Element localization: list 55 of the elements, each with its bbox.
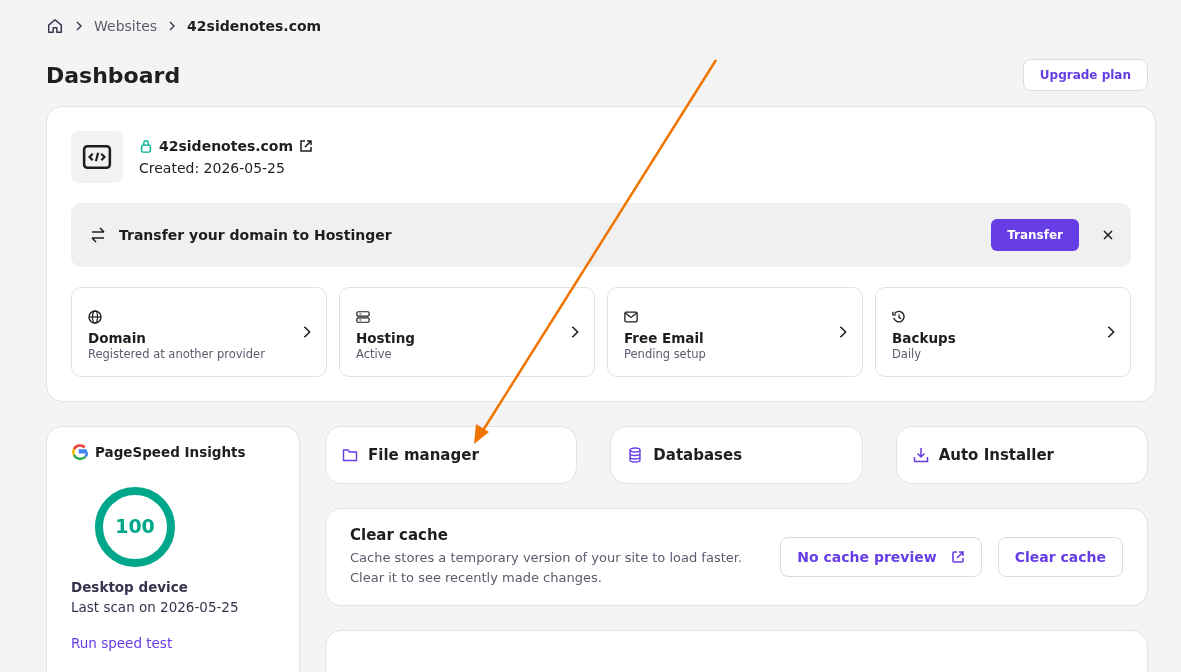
card-title: Clear cache (350, 526, 449, 544)
folder-icon (342, 447, 358, 463)
download-icon (912, 447, 929, 463)
quick-link-card[interactable]: Free Email Pending setup (607, 287, 863, 377)
tool-label: File manager (368, 446, 479, 464)
link-status: Pending setup (624, 346, 706, 361)
database-icon (627, 447, 644, 463)
clear-cache-button[interactable]: Clear cache (997, 537, 1123, 577)
no-cache-preview-button[interactable]: No cache preview (780, 537, 982, 577)
external-link-icon (950, 550, 965, 564)
quick-link-card[interactable]: Backups Daily (875, 287, 1131, 377)
chevron-icon (302, 325, 312, 339)
server-icon (356, 309, 370, 324)
google-logo-icon (71, 443, 89, 461)
current-page-crumb[interactable]: 42sidenotes.com (187, 18, 322, 34)
domain-name: 42sidenotes.com (159, 138, 294, 154)
home-icon[interactable] (46, 17, 64, 35)
code-icon (71, 131, 123, 183)
chevron-icon (570, 325, 580, 339)
transfer-button[interactable]: Transfer (991, 219, 1079, 251)
last-scan-date: Last scan on 2026-05-25 (71, 599, 240, 615)
device-label: Desktop device (71, 579, 189, 595)
tool-label: Auto Installer (938, 446, 1054, 464)
breadcrumb-link[interactable]: Websites (94, 18, 158, 34)
card-description: Cache stores a temporary version of your site to load faster. Clear it to see recently made changes. (350, 549, 744, 587)
link-status: Daily (892, 346, 922, 361)
card-title: PageSpeed Insights (95, 444, 246, 460)
chevron-icon (74, 21, 84, 31)
link-title: Domain (88, 329, 146, 346)
external-link-icon[interactable] (299, 139, 314, 153)
chevron-icon (1106, 325, 1116, 339)
tool-card[interactable]: Auto Installer (895, 426, 1148, 484)
link-title: Hosting (356, 329, 415, 346)
transfer-icon (89, 226, 107, 244)
upgrade-plan-button[interactable]: Upgrade plan (1022, 59, 1148, 91)
lock-icon (139, 139, 153, 153)
close-icon[interactable] (1103, 230, 1113, 240)
mail-icon (624, 309, 638, 324)
created-date: Created: 2026-05-25 (139, 160, 286, 176)
tool-label: Databases (653, 446, 743, 464)
banner-text: Transfer your domain to Hostinger (119, 227, 393, 243)
link-status: Active (356, 346, 392, 361)
tool-card[interactable]: Databases (610, 426, 863, 484)
globe-icon (88, 309, 102, 324)
history-icon (892, 309, 906, 324)
link-title: Backups (892, 329, 956, 346)
quick-link-card[interactable]: Hosting Active (339, 287, 595, 377)
tool-card[interactable]: File manager (325, 426, 578, 484)
quick-link-card[interactable]: Domain Registered at another provider (71, 287, 327, 377)
page-title: Dashboard (46, 62, 181, 88)
chevron-icon (838, 325, 848, 339)
link-status: Registered at another provider (88, 346, 265, 361)
link-title: Free Email (624, 329, 704, 346)
score-value: 100 (114, 515, 156, 537)
run-speed-test-link[interactable]: Run speed test (71, 635, 173, 651)
